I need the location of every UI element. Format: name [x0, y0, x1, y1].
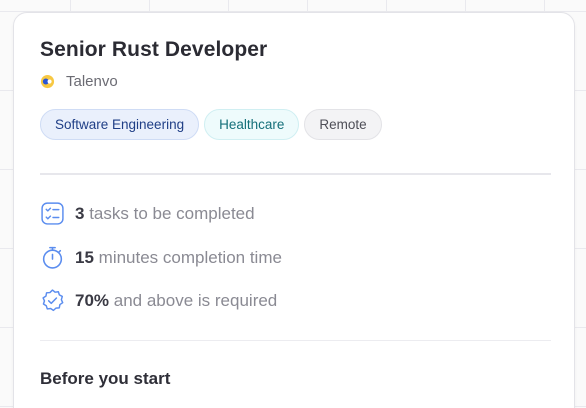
assessment-card: Senior Rust Developer Talenvo Software E…: [13, 12, 575, 408]
tag-software-engineering: Software Engineering: [40, 109, 200, 140]
task-list-icon: [41, 202, 64, 225]
tasks-count: 3: [75, 203, 85, 223]
divider: [40, 340, 551, 341]
company-row: Talenvo: [40, 73, 118, 90]
company-logo-icon: [40, 74, 55, 89]
before-you-start-heading: Before you start: [40, 369, 171, 388]
divider: [40, 173, 551, 175]
tag-remote: Remote: [304, 109, 382, 140]
score-value: 70%: [75, 290, 110, 310]
tasks-text: tasks to be completed: [89, 203, 255, 223]
stat-time: 15 minutes completion time: [40, 245, 282, 270]
tag-list: Software Engineering Healthcare Remote: [40, 109, 382, 140]
score-text: and above is required: [113, 290, 278, 310]
stopwatch-icon: [42, 246, 63, 269]
verified-badge-icon: [42, 289, 64, 312]
stat-score: 70% and above is required: [40, 288, 277, 313]
time-value: 15: [75, 247, 94, 267]
company-name: Talenvo: [66, 73, 118, 90]
stat-tasks: 3 tasks to be completed: [40, 201, 255, 226]
tag-healthcare: Healthcare: [204, 109, 300, 140]
time-text: minutes completion time: [98, 247, 282, 267]
job-title: Senior Rust Developer: [40, 38, 268, 61]
